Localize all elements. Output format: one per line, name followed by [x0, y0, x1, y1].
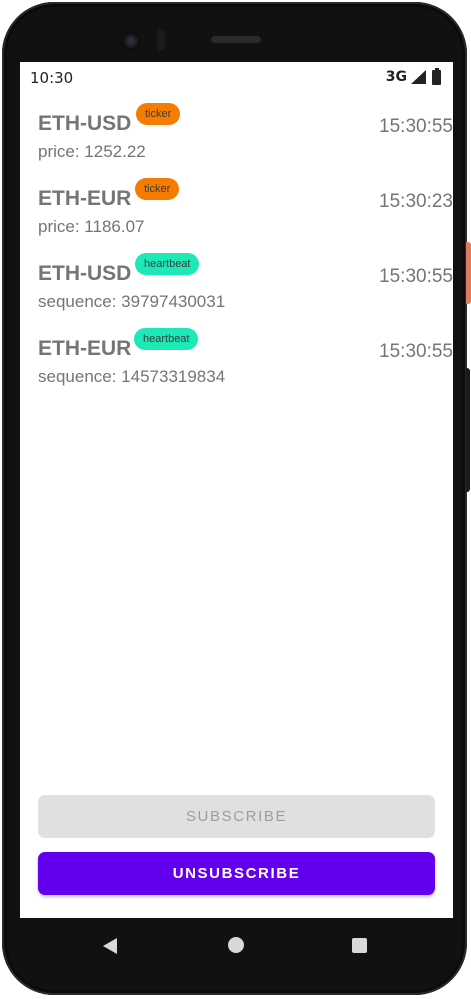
recents-icon[interactable] — [352, 938, 367, 953]
type-badge: ticker — [136, 103, 181, 125]
product-pair: ETH-USD — [38, 262, 132, 285]
product-pair: ETH-USD — [38, 112, 132, 135]
message-detail: price: 1186.07 — [38, 217, 145, 236]
list-item: ETH-USD heartbeat sequence: 39797430031 … — [38, 253, 453, 332]
unsubscribe-button[interactable]: UNSUBSCRIBE — [38, 852, 435, 895]
sensor-icon — [157, 29, 165, 51]
message-detail: sequence: 39797430031 — [38, 292, 226, 311]
power-button — [466, 242, 471, 304]
message-time: 15:30:55 — [379, 116, 453, 137]
message-detail: sequence: 14573319834 — [38, 367, 226, 386]
app-screen: 10:30 3G ETH-USD ticker price: 1252.22 1… — [20, 62, 453, 918]
message-detail: price: 1252.22 — [38, 142, 146, 161]
network-type: 3G — [385, 69, 407, 85]
list-item: ETH-EUR heartbeat sequence: 14573319834 … — [38, 328, 453, 407]
status-time: 10:30 — [30, 69, 74, 87]
earpiece-speaker — [211, 36, 261, 43]
product-pair: ETH-EUR — [38, 187, 132, 210]
type-badge: ticker — [135, 178, 180, 200]
status-bar: 10:30 3G — [20, 62, 453, 92]
battery-icon — [432, 67, 441, 85]
type-badge: heartbeat — [135, 253, 200, 275]
system-nav-bar — [20, 918, 453, 974]
message-time: 15:30:55 — [379, 341, 453, 362]
type-badge: heartbeat — [134, 328, 199, 350]
product-pair: ETH-EUR — [38, 337, 132, 360]
signal-icon — [411, 70, 426, 84]
front-camera-icon — [121, 31, 141, 51]
list-item: ETH-USD ticker price: 1252.22 15:30:55 — [38, 103, 453, 182]
back-icon[interactable] — [103, 938, 117, 954]
message-time: 15:30:23 — [379, 191, 453, 212]
status-indicators: 3G — [385, 67, 441, 85]
message-time: 15:30:55 — [379, 266, 453, 287]
phone-frame: 10:30 3G ETH-USD ticker price: 1252.22 1… — [2, 2, 467, 995]
list-item: ETH-EUR ticker price: 1186.07 15:30:23 — [38, 178, 453, 257]
volume-button — [466, 368, 470, 492]
home-icon[interactable] — [228, 937, 244, 953]
subscribe-button[interactable]: SUBSCRIBE — [38, 795, 435, 838]
